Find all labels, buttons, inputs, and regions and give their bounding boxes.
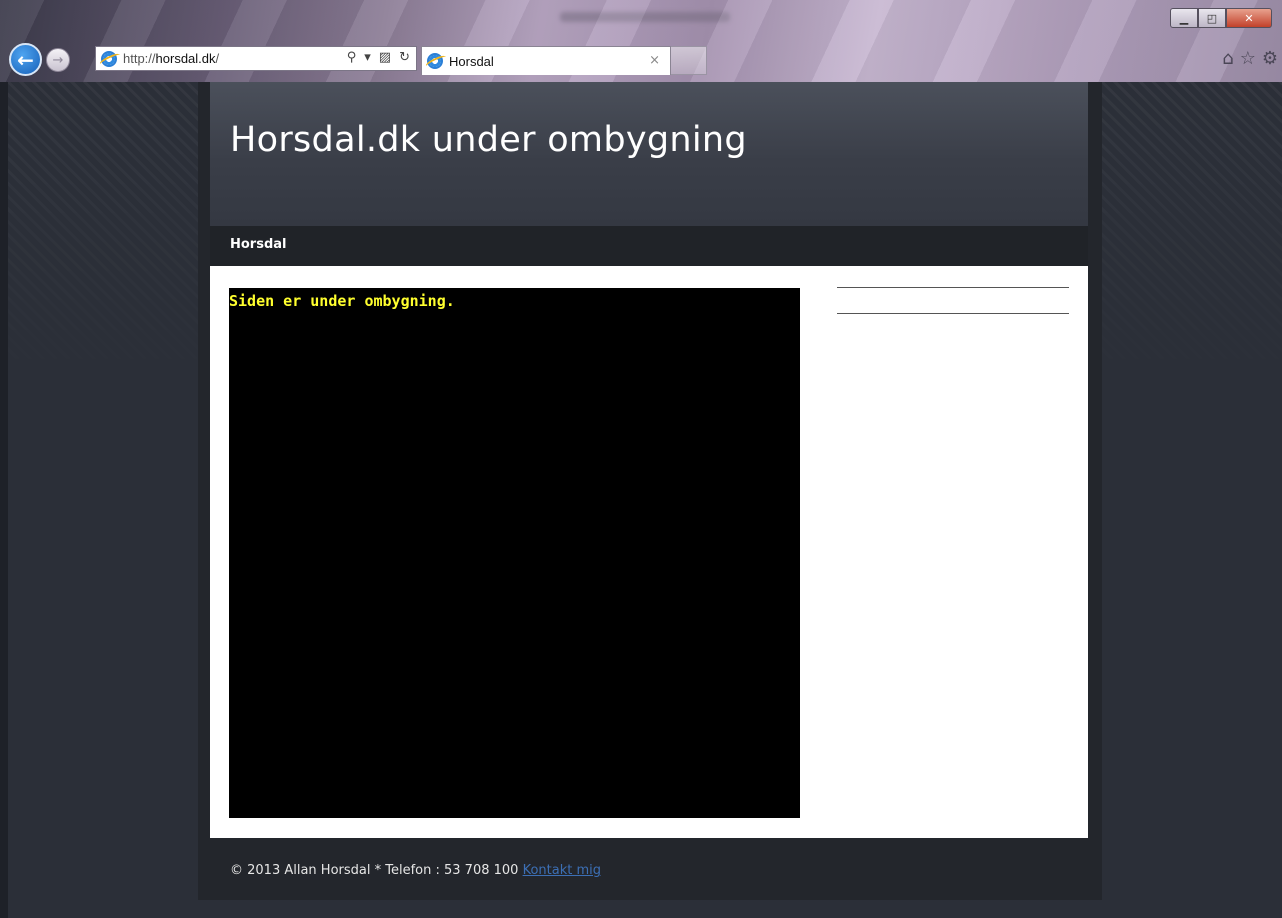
compatibility-view-icon[interactable]: ▨ [379, 50, 391, 65]
footer-text: © 2013 Allan Horsdal * Telefon : 53 708 … [230, 863, 601, 878]
content-area: Siden er under ombygning. [210, 266, 1088, 838]
address-bar[interactable]: http://horsdal.dk/ ⚲ ▾ ▨ ↻ [95, 46, 417, 71]
back-arrow-icon: ← [17, 47, 34, 72]
url-path: / [215, 51, 220, 66]
menu-item-horsdal[interactable]: Horsdal [230, 237, 287, 252]
search-icon[interactable]: ⚲ [347, 50, 357, 65]
forward-button[interactable]: → [46, 48, 70, 72]
address-tools: ⚲ ▾ ▨ ↻ [347, 50, 410, 65]
restore-icon: ◰ [1206, 11, 1218, 25]
contact-link[interactable]: Kontakt mig [523, 863, 601, 878]
background-stripes-left [8, 82, 198, 402]
url-scheme: http:// [123, 51, 156, 66]
site-header: Horsdal.dk under ombygning [210, 82, 1088, 226]
ie-tab-icon [427, 53, 443, 69]
refresh-icon[interactable]: ↻ [399, 50, 410, 65]
close-window-button[interactable]: ✕ [1226, 8, 1272, 28]
copyright-text: © 2013 Allan Horsdal * Telefon : 53 708 … [230, 863, 523, 878]
window-title-blurred [560, 12, 730, 22]
site-footer: © 2013 Allan Horsdal * Telefon : 53 708 … [210, 838, 1088, 900]
close-icon: ✕ [1244, 11, 1254, 25]
ie-site-icon [101, 50, 117, 67]
navigation-bar: ← → http://horsdal.dk/ ⚲ ▾ ▨ ↻ Horsdal ×… [0, 40, 1282, 80]
gear-icon[interactable]: ⚙ [1262, 48, 1278, 69]
tab-label: Horsdal [449, 53, 494, 69]
sidebar [837, 287, 1069, 314]
site-wrapper: Horsdal.dk under ombygning Horsdal Siden… [198, 82, 1102, 900]
background-stripes-right [1102, 82, 1282, 402]
site-title: Horsdal.dk under ombygning [230, 120, 747, 160]
address-url[interactable]: http://horsdal.dk/ [123, 51, 219, 66]
home-icon[interactable]: ⌂ [1222, 48, 1233, 69]
tab-close-icon[interactable]: × [649, 53, 660, 68]
favorites-icon[interactable]: ☆ [1240, 48, 1256, 69]
back-button[interactable]: ← [9, 43, 42, 76]
minimize-icon: ▁ [1179, 11, 1189, 25]
main-content-box: Siden er under ombygning. [229, 288, 800, 818]
main-menu: Horsdal [210, 226, 1088, 266]
browser-tools: ⌂ ☆ ⚙ [1222, 48, 1278, 69]
forward-arrow-icon: → [52, 52, 64, 68]
restore-button[interactable]: ◰ [1198, 8, 1226, 28]
window-controls: ▁ ◰ ✕ [1170, 8, 1272, 28]
title-bar [0, 0, 1282, 40]
minimize-button[interactable]: ▁ [1170, 8, 1198, 28]
construction-notice: Siden er under ombygning. [229, 292, 455, 310]
sidebar-divider [837, 287, 1069, 288]
tab-horsdal[interactable]: Horsdal × [421, 46, 671, 75]
sidebar-divider [837, 313, 1069, 314]
dropdown-icon[interactable]: ▾ [364, 50, 371, 65]
new-tab-button[interactable] [671, 46, 707, 75]
window-left-edge [0, 82, 8, 918]
url-host: horsdal.dk [155, 51, 216, 66]
